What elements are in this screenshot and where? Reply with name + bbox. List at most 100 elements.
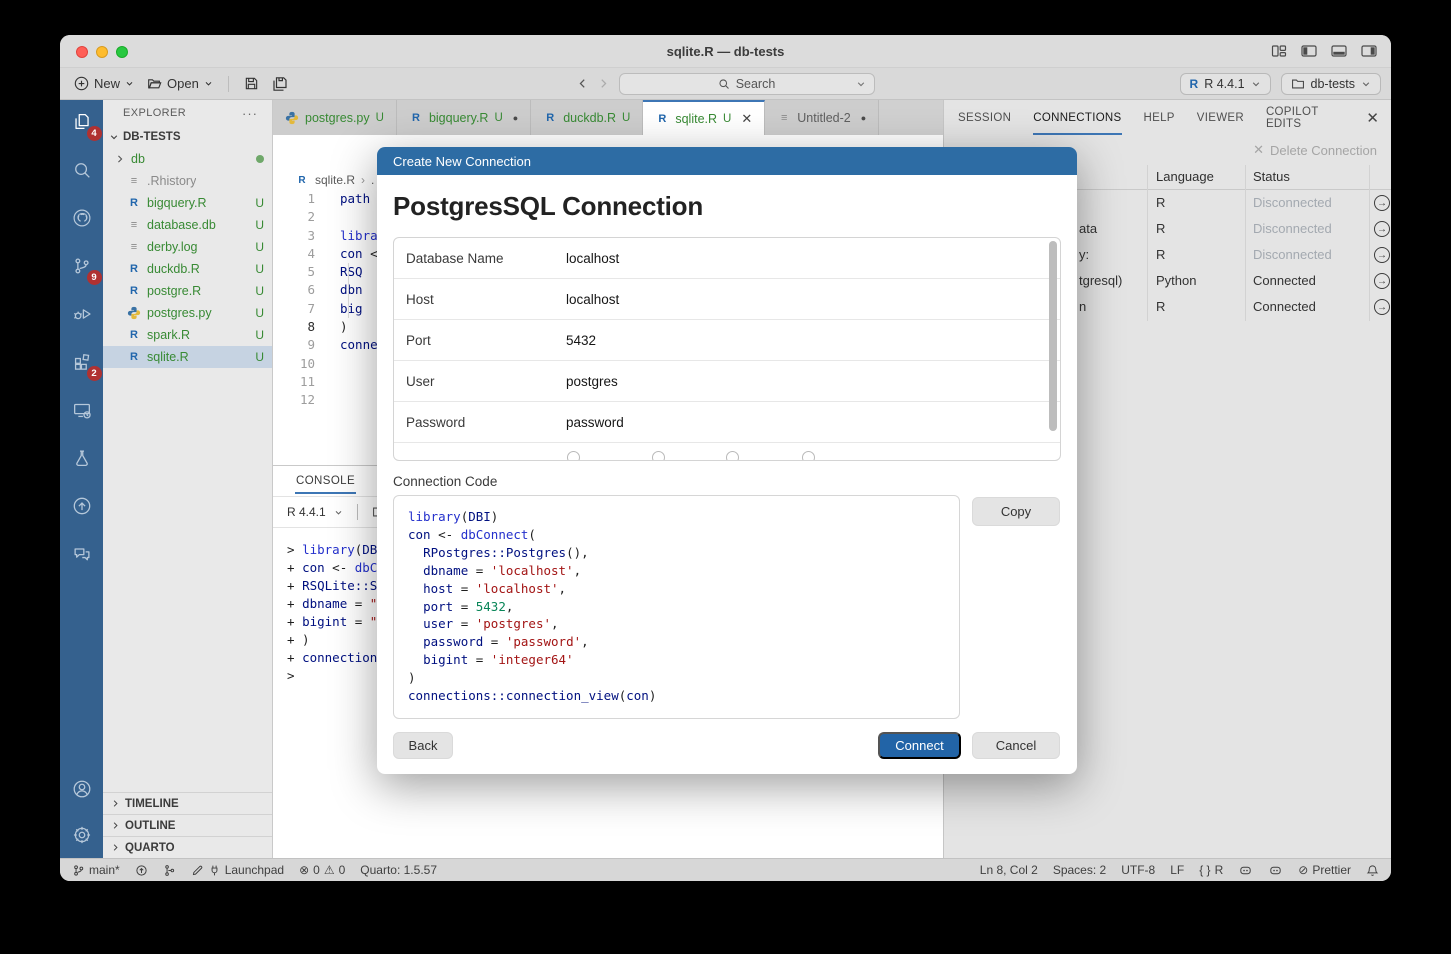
open-connection-icon[interactable]: → xyxy=(1374,195,1390,211)
tab-copilot-edits[interactable]: COPILOT EDITS xyxy=(1266,100,1344,135)
quarto-version[interactable]: Quarto: 1.5.57 xyxy=(360,863,437,877)
eol-setting[interactable]: LF xyxy=(1170,863,1184,877)
file-tree-item[interactable]: postgres.pyU xyxy=(103,302,272,324)
sync-status[interactable] xyxy=(135,864,148,877)
git-branch-status[interactable]: main* xyxy=(72,863,120,877)
comments-icon[interactable] xyxy=(67,539,97,569)
tab-console[interactable]: CONSOLE xyxy=(295,469,356,494)
editor-tab-duckdb.R[interactable]: Rduckdb.RU xyxy=(531,100,643,135)
more-actions-icon[interactable]: ··· xyxy=(242,106,258,121)
fields-scrollbar[interactable] xyxy=(1049,241,1057,431)
file-tree-item[interactable]: Rpostgre.RU xyxy=(103,280,272,302)
copy-button[interactable]: Copy xyxy=(972,497,1060,526)
close-tab-icon[interactable]: ✕ xyxy=(741,111,752,127)
minimize-window-button[interactable] xyxy=(96,46,108,58)
tab-connections[interactable]: CONNECTIONS xyxy=(1033,100,1121,135)
field-value[interactable]: 5432 xyxy=(566,333,596,348)
search-sidebar-icon[interactable] xyxy=(67,155,97,185)
radio-option-icon[interactable] xyxy=(802,451,815,461)
toggle-left-panel-icon[interactable] xyxy=(1301,43,1317,59)
editor-tab-sqlite.R[interactable]: Rsqlite.RU✕ xyxy=(643,100,765,135)
toggle-bottom-panel-icon[interactable] xyxy=(1331,43,1347,59)
field-value[interactable]: localhost xyxy=(566,292,619,307)
open-button[interactable]: Open xyxy=(143,74,217,93)
cursor-position[interactable]: Ln 8, Col 2 xyxy=(980,863,1038,877)
connection-code-box[interactable]: library(DBI)con <- dbConnect( RPostgres:… xyxy=(393,495,960,719)
tab-help[interactable]: HELP xyxy=(1144,100,1175,135)
publish-icon[interactable] xyxy=(67,491,97,521)
open-connection-icon[interactable]: → xyxy=(1374,273,1390,289)
file-tree-item[interactable]: db xyxy=(103,148,272,170)
indentation-setting[interactable]: Spaces: 2 xyxy=(1053,863,1106,877)
github-icon[interactable] xyxy=(67,203,97,233)
section-quarto[interactable]: QUARTO xyxy=(103,836,272,858)
open-connection-icon[interactable]: → xyxy=(1374,221,1390,237)
source-control-icon[interactable]: 9 xyxy=(67,251,97,281)
editor-tab-bigquery.R[interactable]: Rbigquery.RU● xyxy=(397,100,531,135)
open-connection-icon[interactable]: → xyxy=(1374,247,1390,263)
tab-viewer[interactable]: VIEWER xyxy=(1197,100,1244,135)
remote-explorer-icon[interactable] xyxy=(67,395,97,425)
file-tree-item[interactable]: Rduckdb.RU xyxy=(103,258,272,280)
console-runtime-label[interactable]: R 4.4.1 xyxy=(287,505,326,519)
interpreter-selector[interactable]: R R 4.4.1 xyxy=(1180,73,1271,95)
line-code: con < xyxy=(315,245,378,263)
explorer-header: EXPLORER xyxy=(123,107,186,119)
settings-gear-icon[interactable] xyxy=(67,820,97,850)
radio-option-icon[interactable] xyxy=(567,451,580,461)
connect-button[interactable]: Connect xyxy=(878,732,961,759)
notifications-bell[interactable] xyxy=(1366,864,1379,877)
language-mode[interactable]: { } R xyxy=(1199,863,1223,877)
testing-icon[interactable] xyxy=(67,443,97,473)
field-value[interactable]: password xyxy=(566,415,624,430)
field-value[interactable]: localhost xyxy=(566,251,619,266)
account-icon[interactable] xyxy=(67,774,97,804)
toggle-right-panel-icon[interactable] xyxy=(1361,43,1377,59)
encoding-setting[interactable]: UTF-8 xyxy=(1121,863,1155,877)
open-connection-icon[interactable]: → xyxy=(1374,299,1390,315)
nav-back-icon[interactable] xyxy=(577,77,588,90)
tab-session[interactable]: SESSION xyxy=(958,100,1011,135)
delete-connection-button[interactable]: Delete Connection xyxy=(1270,143,1377,158)
new-button[interactable]: New xyxy=(70,74,138,93)
save-button[interactable] xyxy=(240,74,263,93)
problems-status[interactable]: ⊗ 0 ⚠ 0 xyxy=(299,863,345,877)
section-timeline[interactable]: TIMELINE xyxy=(103,792,272,814)
copilot-edits-status[interactable] xyxy=(1268,864,1283,877)
editor-tab-Untitled-2[interactable]: ≡Untitled-2● xyxy=(765,100,879,135)
file-tree-item[interactable]: ≡database.dbU xyxy=(103,214,272,236)
prettier-status[interactable]: ⊘ Prettier xyxy=(1298,863,1351,877)
workspace-root-folder[interactable]: DB-TESTS xyxy=(103,126,272,148)
dialog-titlebar[interactable]: Create New Connection xyxy=(377,147,1077,175)
file-tree-item[interactable]: Rsqlite.RU xyxy=(103,346,272,368)
copilot-status[interactable] xyxy=(1238,864,1253,877)
radio-option-icon[interactable] xyxy=(726,451,739,461)
explorer-icon[interactable]: 4 xyxy=(67,107,97,137)
code-token: 5432 xyxy=(476,599,506,614)
file-tree-item[interactable]: Rbigquery.RU xyxy=(103,192,272,214)
file-tree-item[interactable]: ≡.Rhistory xyxy=(103,170,272,192)
close-window-button[interactable] xyxy=(76,46,88,58)
section-outline[interactable]: OUTLINE xyxy=(103,814,272,836)
customize-layout-icon[interactable] xyxy=(1271,43,1287,59)
close-panel-icon[interactable]: ✕ xyxy=(1366,109,1379,127)
extensions-icon[interactable]: 2 xyxy=(67,347,97,377)
cancel-button[interactable]: Cancel xyxy=(972,732,1060,759)
file-tree-item[interactable]: ≡derby.logU xyxy=(103,236,272,258)
zoom-window-button[interactable] xyxy=(116,46,128,58)
field-value[interactable]: postgres xyxy=(566,374,618,389)
code-token: , xyxy=(581,634,589,649)
save-all-button[interactable] xyxy=(268,74,292,94)
launchpad-button[interactable]: Launchpad xyxy=(191,863,284,877)
search-input[interactable]: Search xyxy=(619,73,875,95)
back-button[interactable]: Back xyxy=(393,732,453,759)
radio-option-icon[interactable] xyxy=(652,451,665,461)
activity-bar: 4 9 2 xyxy=(60,100,103,858)
editor-tab-postgres.py[interactable]: postgres.pyU xyxy=(273,100,397,135)
git-graph-button[interactable] xyxy=(163,864,176,877)
breadcrumb[interactable]: R sqlite.R › . xyxy=(273,170,374,190)
workspace-selector[interactable]: db-tests xyxy=(1281,73,1381,95)
file-tree-item[interactable]: Rspark.RU xyxy=(103,324,272,346)
nav-forward-icon[interactable] xyxy=(598,77,609,90)
run-debug-icon[interactable] xyxy=(67,299,97,329)
